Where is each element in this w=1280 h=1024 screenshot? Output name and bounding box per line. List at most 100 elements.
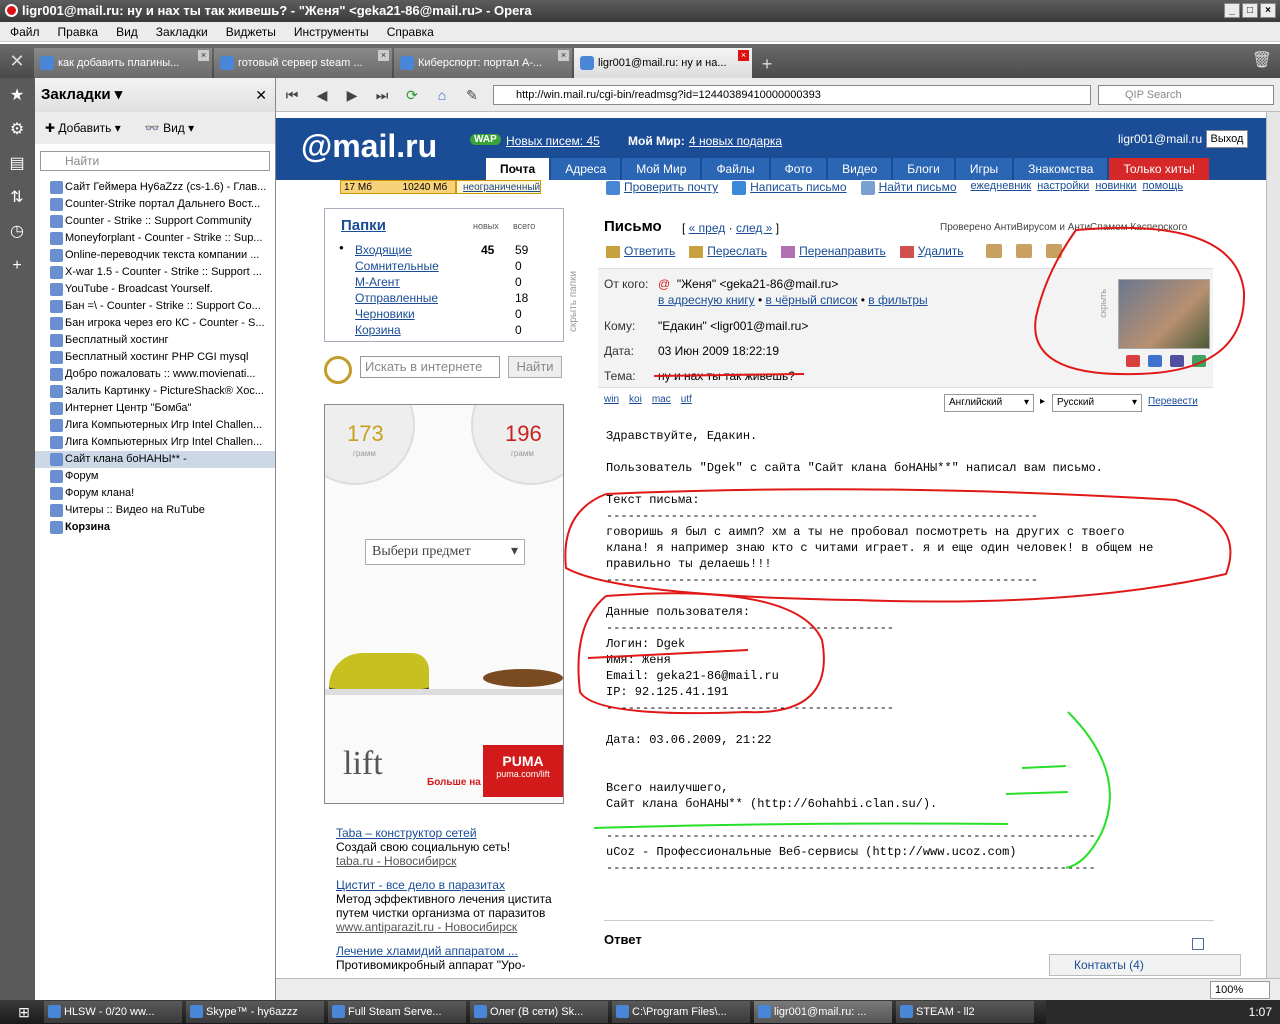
next-link[interactable]: след » [736,221,772,235]
contacts-widget[interactable]: Контакты (4) [1049,954,1241,976]
bookmark-item[interactable]: Лига Компьютерных Игр Intel Challen... [35,434,275,451]
menu-widgets[interactable]: Виджеты [226,22,276,41]
bookmark-item[interactable]: Интернет Центр "Бомба" [35,400,275,417]
bookmark-item[interactable]: Counter-Strike портал Дальнего Вост... [35,196,275,213]
help-link[interactable]: помощь [1143,180,1184,195]
new-tab-button[interactable]: + [754,44,780,78]
gear-icon[interactable]: ⚙ [7,120,27,140]
folders-title[interactable]: Папки [341,217,386,234]
bookmark-item[interactable]: Форум [35,468,275,485]
tab-1[interactable]: как добавить плагины... × [34,48,212,78]
folder-name[interactable]: Корзина [355,323,401,337]
gallery-icon[interactable] [1192,355,1206,367]
folder-name[interactable]: М-Агент [355,275,400,289]
folder-row[interactable]: Черновики 0 [339,307,549,323]
ad-title[interactable]: Taba – конструктор сетей [336,826,566,840]
print-icon[interactable] [986,244,1002,258]
taskbar-item[interactable]: C:\Program Files\... [612,1001,750,1023]
transfers-icon[interactable]: ⇅ [7,188,27,208]
mailru-tab[interactable]: Почта [486,158,550,180]
menu-view[interactable]: Вид [116,22,138,41]
mailru-tab[interactable]: Файлы [702,158,769,180]
mailru-tab[interactable]: Видео [828,158,892,180]
bookmark-item[interactable]: Добро пожаловать :: www.movienati... [35,366,275,383]
history-clock-icon[interactable]: ◷ [7,222,27,242]
gifts-link[interactable]: 4 новых подарка [689,134,782,148]
camera-icon[interactable] [1170,355,1184,367]
delete-button[interactable]: Удалить [899,244,964,258]
check-mail-link[interactable]: Проверить почту [606,180,718,195]
add-bookmark-button[interactable]: ✚ Добавить ▾ [45,112,121,144]
bookmarks-star-icon[interactable]: ★ [7,86,27,106]
enc-win[interactable]: win [604,394,619,405]
bookmark-item[interactable]: Бан =\ - Counter - Strike :: Support Co.… [35,298,275,315]
folder-row[interactable]: ● Входящие 45 59 [339,243,549,259]
folder-name[interactable]: Черновики [355,307,415,321]
taskbar-item[interactable]: ligr001@mail.ru: ... [754,1001,892,1023]
close-panel-icon[interactable]: ✕ [255,78,267,112]
reply-button[interactable]: Ответить [606,244,675,258]
people-icon[interactable] [1126,355,1140,367]
bookmark-item[interactable]: Залить Картинку - PictureShack® Хос... [35,383,275,400]
hide-folders-link[interactable]: скрыть папки [568,222,580,332]
add-panel-icon[interactable]: + [7,256,27,276]
ad-title[interactable]: Цистит - все дело в паразитах [336,878,566,892]
folder-row[interactable]: Корзина 0 [339,323,549,339]
text-ad[interactable]: Цистит - все дело в паразитах Метод эффек… [336,878,566,934]
mailru-tab[interactable]: Игры [955,158,1013,180]
taskbar-item[interactable]: Олег (В сети) Sk... [470,1001,608,1023]
mailru-tab[interactable]: Адреса [551,158,621,180]
home-icon[interactable]: ⌂ [432,85,452,105]
item-select[interactable]: Выбери предмет ▾ [365,539,525,565]
prev-link[interactable]: « пред [689,221,726,235]
rfc-icon[interactable] [1016,244,1032,258]
bookmark-item[interactable]: Сайт Геймера Hy6aZzz (cs-1.6) - Глав... [35,179,275,196]
tab-close-icon[interactable]: × [558,50,569,61]
menu-edit[interactable]: Правка [58,22,99,41]
mailru-tab[interactable]: Только хиты! [1109,158,1210,180]
menu-bookmarks[interactable]: Закладки [156,22,208,41]
bookmark-item[interactable]: Лига Компьютерных Игр Intel Challen... [35,417,275,434]
taskbar-item[interactable]: Skype™ - hy6azzz [186,1001,324,1023]
tab-close-icon[interactable]: × [738,50,749,61]
web-search-input[interactable]: Искать в интернете [360,356,500,378]
find-letter-link[interactable]: Найти письмо [860,180,957,195]
menu-file[interactable]: Файл [10,22,40,41]
folder-name[interactable]: Отправленные [355,291,438,305]
mailru-logo[interactable]: @mail.ru [301,128,437,165]
new-letters-link[interactable]: Новых писем: 45 [506,134,600,148]
edit-photo-icon[interactable] [1148,355,1162,367]
taskbar-item[interactable]: STEAM - ll2 [896,1001,1034,1023]
vertical-scrollbar[interactable] [1266,112,1280,978]
bookmark-item[interactable]: Бан игрока через его КС - Counter - S... [35,315,275,332]
hide-photo-link[interactable]: скрыть [1098,289,1108,318]
tab-4[interactable]: ligr001@mail.ru: ну и на... × [574,48,752,78]
minimize-button[interactable]: _ [1224,3,1240,18]
bookmark-item[interactable]: Сайт клана боНАНЫ** - [35,451,275,468]
search-field[interactable]: QIP Search [1098,85,1274,105]
web-search-button[interactable]: Найти [508,356,562,378]
sender-photo[interactable] [1118,279,1210,349]
quota-unlimited-link[interactable]: неограниченный [456,180,542,194]
bookmark-item[interactable]: Online-переводчик текста компании ... [35,247,275,264]
view-button[interactable]: 👓 Вид ▾ [145,112,194,144]
zoom-select[interactable]: 100% [1210,981,1270,999]
bookmark-item[interactable]: Читеры :: Видео на RuTube [35,502,275,519]
menu-help[interactable]: Справка [387,22,434,41]
mailru-tab[interactable]: Мой Мир [622,158,701,180]
fast-forward-icon[interactable]: ⏭ [372,85,392,105]
settings-link[interactable]: настройки [1037,180,1089,195]
back-icon[interactable]: ◀ [312,85,332,105]
enc-mac[interactable]: mac [652,394,671,405]
bookmark-item[interactable]: Бесплатный хостинг PHP CGI mysql [35,349,275,366]
ad-site[interactable]: taba.ru - Новосибирск [336,854,566,868]
forward-icon[interactable]: ▶ [342,85,362,105]
reload-icon[interactable]: ⟳ [402,85,422,105]
address-book-link[interactable]: в адресную книгу [658,293,755,307]
bookmark-item[interactable]: Форум клана! [35,485,275,502]
tab-3[interactable]: Киберспорт: портал А-... × [394,48,572,78]
folder-name[interactable]: Входящие [355,243,412,257]
folder-row[interactable]: Сомнительные 0 [339,259,549,275]
trash-icon[interactable]: 🗑 [1252,50,1272,70]
notes-icon[interactable]: ▤ [7,154,27,174]
